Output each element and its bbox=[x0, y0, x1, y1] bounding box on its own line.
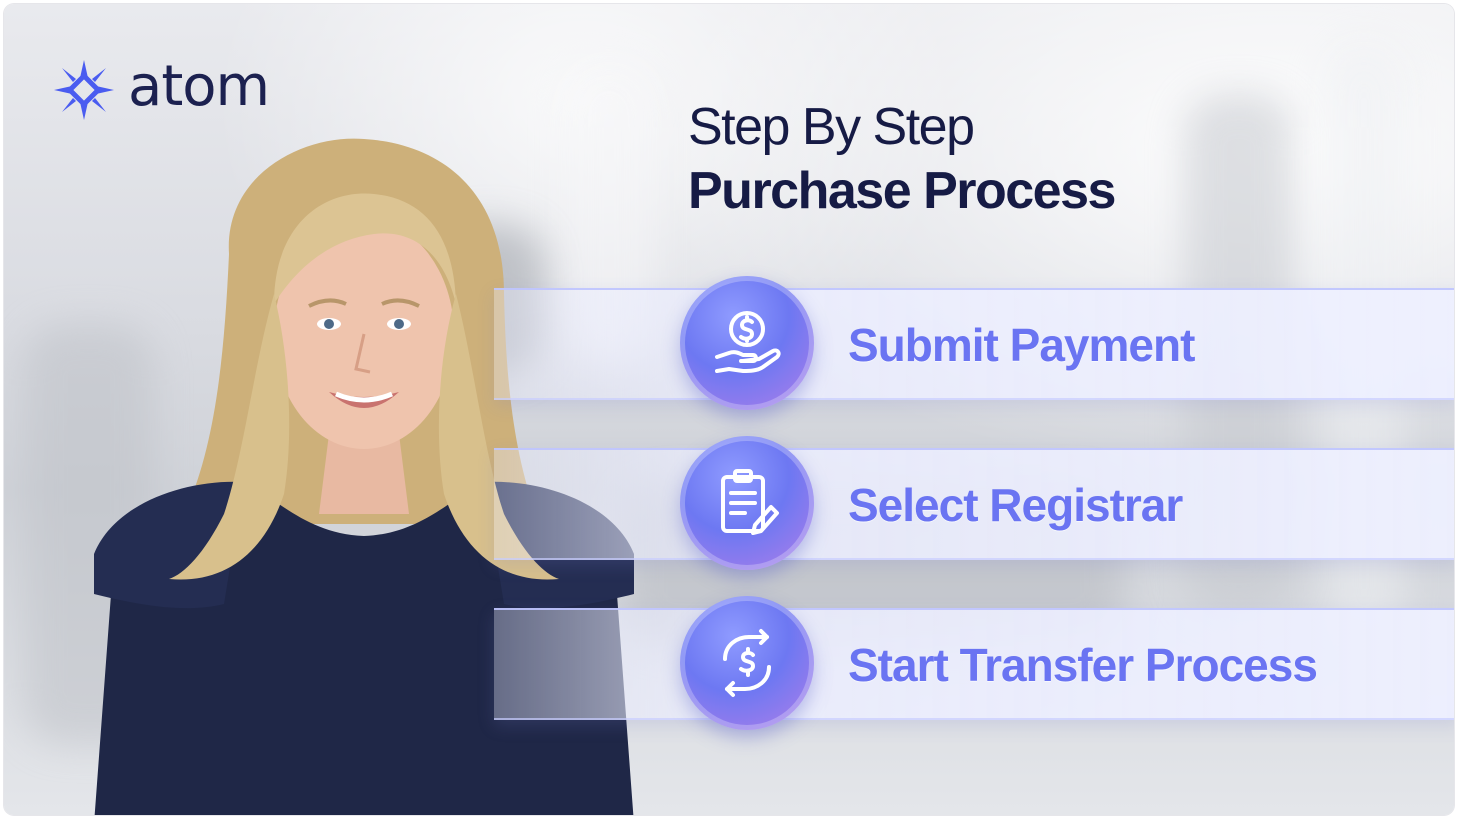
step-select-registrar: Select Registrar bbox=[494, 436, 1454, 570]
dollar-transfer-arrows-icon bbox=[723, 629, 771, 697]
step-label: Select Registrar bbox=[848, 479, 1183, 531]
step-icon-circle bbox=[680, 436, 814, 570]
page-title: Step By Step Purchase Process bbox=[688, 96, 1116, 224]
step-icon-circle bbox=[680, 276, 814, 410]
step-label: Submit Payment bbox=[848, 319, 1195, 371]
video-frame: atom Step By Step Purchase Process Submi… bbox=[4, 4, 1454, 815]
step-submit-payment: Submit Payment bbox=[494, 276, 1454, 410]
logo-text: atom bbox=[128, 54, 270, 119]
step-start-transfer-process: Start Transfer Process bbox=[494, 596, 1454, 730]
hand-dollar-coin-icon bbox=[715, 311, 781, 373]
clipboard-pen-icon bbox=[721, 469, 779, 535]
step-label: Start Transfer Process bbox=[848, 639, 1318, 691]
title-line-1: Step By Step bbox=[688, 98, 975, 156]
title-line-2: Purchase Process bbox=[688, 162, 1116, 220]
brand-logo: atom bbox=[52, 54, 270, 122]
atom-star-icon bbox=[54, 60, 114, 120]
step-icon-circle bbox=[680, 596, 814, 730]
